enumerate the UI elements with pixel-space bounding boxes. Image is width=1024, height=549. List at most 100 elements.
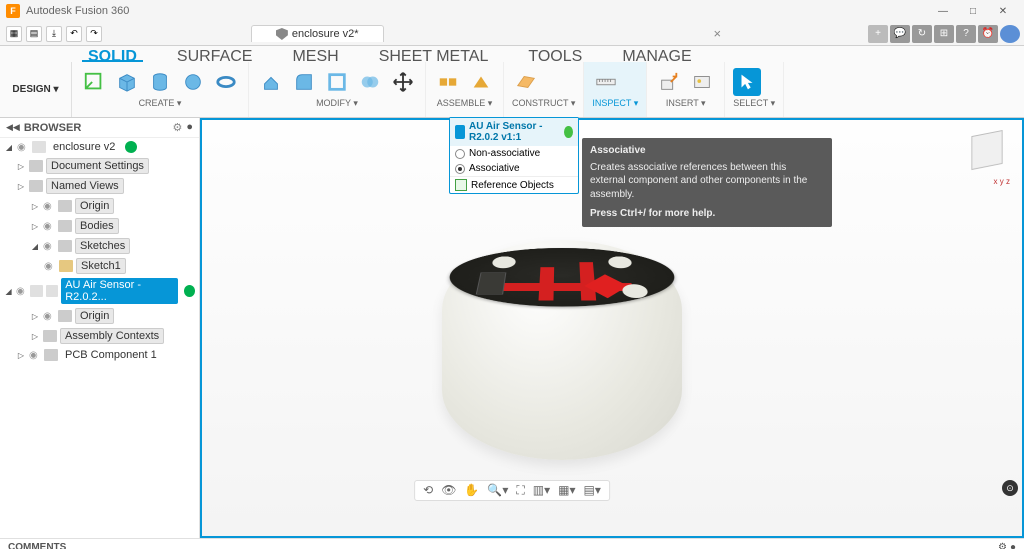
orbit-icon[interactable]: ⟲: [423, 483, 433, 498]
ribbon-tab-sheetmetal[interactable]: SHEET METAL: [373, 46, 495, 62]
measure-icon[interactable]: [592, 68, 620, 96]
node-sketch1[interactable]: ◉ Sketch1: [0, 256, 199, 276]
node-docset[interactable]: ▷ Document Settings: [0, 156, 199, 176]
sphere-icon[interactable]: [179, 68, 207, 96]
twisty-icon[interactable]: ▷: [16, 351, 26, 360]
comments-settings-icon[interactable]: ⚙: [998, 542, 1007, 549]
look-icon[interactable]: 👁: [441, 483, 456, 498]
twisty-icon[interactable]: ▷: [30, 312, 40, 321]
ribbon-tab-tools[interactable]: TOOLS: [522, 46, 588, 62]
node-named-views[interactable]: ▷ Named Views: [0, 176, 199, 196]
notifications-icon[interactable]: ⏰: [978, 25, 998, 43]
twisty-icon[interactable]: ◢: [4, 143, 14, 152]
viewcube-cube[interactable]: [971, 130, 1002, 170]
user-avatar[interactable]: [1000, 25, 1020, 43]
radio-icon[interactable]: [455, 164, 465, 174]
qat-undo[interactable]: ↶: [66, 26, 82, 42]
qat-grid[interactable]: ▦: [6, 26, 22, 42]
window-minimize[interactable]: —: [928, 6, 958, 17]
visibility-icon[interactable]: ◉: [43, 201, 55, 212]
decal-icon[interactable]: [688, 68, 716, 96]
select-cursor-icon[interactable]: [733, 68, 761, 96]
node-origin2[interactable]: ▷ ◉ Origin: [0, 306, 199, 326]
help-icon[interactable]: ?: [956, 25, 976, 43]
viewport-canvas[interactable]: AU Air Sensor - R2.0.2 v1:1 Non-associat…: [200, 118, 1024, 538]
visibility-icon[interactable]: ◉: [44, 261, 56, 272]
ribbon-tab-surface[interactable]: SURFACE: [171, 46, 259, 62]
twisty-icon[interactable]: ▷: [16, 162, 26, 171]
document-tab-active[interactable]: enclosure v2*: [251, 25, 384, 42]
ribbon-tab-manage[interactable]: MANAGE: [616, 46, 697, 62]
shell-icon[interactable]: [323, 68, 351, 96]
visibility-icon[interactable]: ◉: [16, 286, 27, 297]
browser-collapse-icon[interactable]: ◀◀: [6, 122, 20, 133]
node-sketches[interactable]: ◢ ◉ Sketches: [0, 236, 199, 256]
panel-select-label[interactable]: SELECT ▾: [733, 98, 775, 109]
zoom-icon[interactable]: 🔍▾: [487, 483, 508, 498]
visibility-icon[interactable]: ◉: [43, 221, 55, 232]
effects-icon[interactable]: ▤▾: [584, 483, 601, 498]
viewcube[interactable]: x y z: [962, 128, 1012, 178]
browser-header[interactable]: ◀◀ BROWSER ⚙●: [0, 118, 199, 138]
radio-icon[interactable]: [455, 149, 465, 159]
visibility-icon[interactable]: ◉: [17, 142, 29, 153]
panel-construct-label[interactable]: CONSTRUCT ▾: [512, 98, 575, 109]
visibility-icon[interactable]: ◉: [43, 241, 55, 252]
pan-icon[interactable]: ✋: [464, 483, 479, 498]
window-maximize[interactable]: □: [958, 6, 988, 17]
combine-icon[interactable]: [356, 68, 384, 96]
browser-pin-icon[interactable]: ●: [186, 121, 193, 134]
twisty-icon[interactable]: ▷: [30, 202, 40, 211]
new-tab-button[interactable]: +: [868, 25, 888, 43]
node-root[interactable]: ◢ ◉ enclosure v2: [0, 138, 199, 156]
qat-redo[interactable]: ↷: [86, 26, 102, 42]
twisty-icon[interactable]: ▷: [16, 182, 26, 191]
browser-settings-icon[interactable]: ⚙: [172, 121, 182, 134]
insert-icon[interactable]: [655, 68, 683, 96]
twisty-icon[interactable]: ◢: [30, 242, 40, 251]
qat-save[interactable]: ⤓: [46, 26, 62, 42]
render-badge-icon[interactable]: ⊙: [1002, 480, 1018, 496]
panel-insert-label[interactable]: INSERT ▾: [666, 98, 706, 109]
comments-icon[interactable]: 💬: [890, 25, 910, 43]
fit-icon[interactable]: ⛶: [516, 483, 524, 498]
node-assyctx[interactable]: ▷ Assembly Contexts: [0, 326, 199, 346]
box-icon[interactable]: [113, 68, 141, 96]
extensions-icon[interactable]: ⊞: [934, 25, 954, 43]
node-pcbcomp[interactable]: ▷ ◉ PCB Component 1: [0, 346, 199, 364]
node-origin[interactable]: ▷ ◉ Origin: [0, 196, 199, 216]
panel-inspect-label[interactable]: INSPECT ▾: [592, 98, 638, 109]
presspull-icon[interactable]: [257, 68, 285, 96]
panel-create-label[interactable]: CREATE ▾: [139, 98, 182, 109]
cylinder-icon[interactable]: [146, 68, 174, 96]
asbuilt-icon[interactable]: [467, 68, 495, 96]
ribbon-tab-solid[interactable]: SOLID: [82, 46, 143, 62]
visibility-icon[interactable]: ◉: [43, 311, 55, 322]
fillet-icon[interactable]: [290, 68, 318, 96]
plane-icon[interactable]: [512, 68, 540, 96]
node-bodies[interactable]: ▷ ◉ Bodies: [0, 216, 199, 236]
comments-pin-icon[interactable]: ●: [1010, 542, 1016, 549]
workspace-switcher[interactable]: DESIGN ▾: [0, 62, 72, 117]
grid-icon[interactable]: ▦▾: [558, 483, 575, 498]
joint-icon[interactable]: [434, 68, 462, 96]
torus-icon[interactable]: [212, 68, 240, 96]
panel-assemble-label[interactable]: ASSEMBLE ▾: [437, 98, 493, 109]
twisty-icon[interactable]: ◢: [4, 287, 13, 296]
save-badge-icon[interactable]: [125, 141, 137, 153]
panel-modify-label[interactable]: MODIFY ▾: [316, 98, 358, 109]
status-badge-icon[interactable]: [184, 285, 195, 297]
display-icon[interactable]: ▥▾: [533, 483, 550, 498]
comments-bar[interactable]: COMMENTS ⚙●: [0, 538, 1024, 549]
sketch-icon[interactable]: [80, 68, 108, 96]
twisty-icon[interactable]: ▷: [30, 332, 40, 341]
ribbon-tab-mesh[interactable]: MESH: [286, 46, 344, 62]
popup-option-nonassoc[interactable]: Non-associative: [450, 146, 578, 161]
popup-option-refobj[interactable]: Reference Objects: [450, 176, 578, 193]
move-icon[interactable]: [389, 68, 417, 96]
twisty-icon[interactable]: ▷: [30, 222, 40, 231]
window-close[interactable]: ✕: [988, 6, 1018, 17]
node-ausensor[interactable]: ◢ ◉ AU Air Sensor - R2.0.2...: [0, 276, 199, 306]
document-tab-close[interactable]: ×: [714, 26, 722, 41]
popup-option-assoc[interactable]: Associative: [450, 161, 578, 176]
